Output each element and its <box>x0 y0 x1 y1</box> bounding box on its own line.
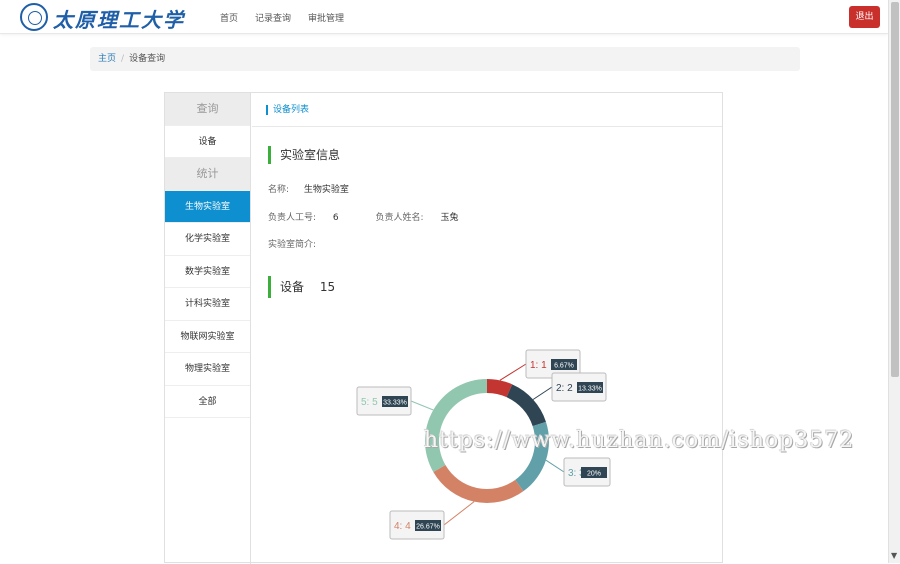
device-count: 15 <box>319 280 336 294</box>
label-leader-line-1 <box>499 363 527 381</box>
slice-label-text: 5: 5 <box>361 397 378 408</box>
lab-manager-row: 负责人工号: 6 负责人姓名: 玉兔 <box>268 210 458 223</box>
manager-id-value: 6 <box>332 213 339 223</box>
slice-percent-text: 33.33% <box>383 400 407 407</box>
nav-approval-management[interactable]: 审批管理 <box>308 11 344 24</box>
breadcrumb-current: 设备查询 <box>129 54 166 64</box>
manager-id-label: 负责人工号: <box>268 213 317 223</box>
lab-intro-row: 实验室简介: <box>268 237 316 250</box>
slice-label-text: 2: 2 <box>556 383 573 394</box>
manager-name-value: 玉兔 <box>440 213 459 223</box>
scrollbar-thumb[interactable] <box>891 2 899 377</box>
university-logo[interactable]: 太原理工大学 <box>20 3 183 32</box>
logout-button[interactable]: 退出 <box>849 6 880 28</box>
slice-label-3: 3: 3 20% <box>563 457 611 487</box>
slice-percent-text: 13.33% <box>578 386 602 393</box>
label-leader-line-3 <box>545 459 565 473</box>
scroll-down-arrow-icon[interactable]: ▼ <box>891 551 897 560</box>
lab-name-label: 名称: <box>268 185 290 195</box>
top-navbar: 太原理工大学 首页 记录查询 审批管理 退出 <box>0 0 888 34</box>
university-seal-icon <box>20 3 48 31</box>
slice-label-2: 2: 2 13.33% <box>551 372 607 402</box>
breadcrumb-home-link[interactable]: 主页 <box>98 54 116 64</box>
device-list-tab[interactable]: 设备列表 <box>266 105 310 115</box>
donut-slice-5[interactable] <box>425 379 487 472</box>
nav-home[interactable]: 首页 <box>220 11 238 24</box>
device-section-title: 设备 15 <box>268 276 335 298</box>
lab-name-value: 生物实验室 <box>303 185 349 195</box>
label-leader-line-2 <box>532 386 553 400</box>
slice-label-5: 5: 5 33.33% <box>356 386 412 416</box>
slice-percent-text: 20% <box>587 471 601 478</box>
slice-label-text: 4: 4 <box>394 521 411 532</box>
slice-label-4: 4: 4 26.67% <box>389 510 445 540</box>
main-nav: 首页 记录查询 审批管理 <box>220 11 344 24</box>
slice-percent-text: 26.67% <box>416 524 440 531</box>
device-list-header: 设备列表 <box>252 93 722 127</box>
sidebar-item-chemistry-lab[interactable]: 化学实验室 <box>165 223 250 256</box>
lab-intro-label: 实验室简介: <box>268 240 317 250</box>
sidebar-group-statistics: 统计 <box>165 158 250 191</box>
nav-record-query[interactable]: 记录查询 <box>255 11 291 24</box>
sidebar-item-devices[interactable]: 设备 <box>165 126 250 158</box>
page-scrollbar[interactable]: ▼ <box>888 0 900 563</box>
watermark-text: https://www.huzhan.com/ishop3572 <box>424 428 855 453</box>
breadcrumb-separator: / <box>121 54 125 64</box>
sidebar-group-query: 查询 <box>165 93 250 126</box>
label-leader-line-5 <box>410 400 434 411</box>
sidebar-item-math-lab[interactable]: 数学实验室 <box>165 256 250 288</box>
device-section-label: 设备 <box>280 280 305 294</box>
lab-info-section-title: 实验室信息 <box>268 146 340 164</box>
slice-label-text: 1: 1 <box>530 360 547 371</box>
logo-text: 太原理工大学 <box>53 8 185 32</box>
lab-name-row: 名称: 生物实验室 <box>268 182 349 195</box>
label-leader-line-4 <box>443 501 475 526</box>
sidebar-item-cs-lab[interactable]: 计科实验室 <box>165 288 250 321</box>
donut-slice-2[interactable] <box>506 384 546 427</box>
breadcrumb: 主页 / 设备查询 <box>90 47 800 71</box>
sidebar-item-biology-lab[interactable]: 生物实验室 <box>165 190 250 223</box>
manager-name-label: 负责人姓名: <box>375 213 424 223</box>
slice-percent-text: 6.67% <box>554 363 574 370</box>
donut-slice-4[interactable] <box>433 465 524 503</box>
